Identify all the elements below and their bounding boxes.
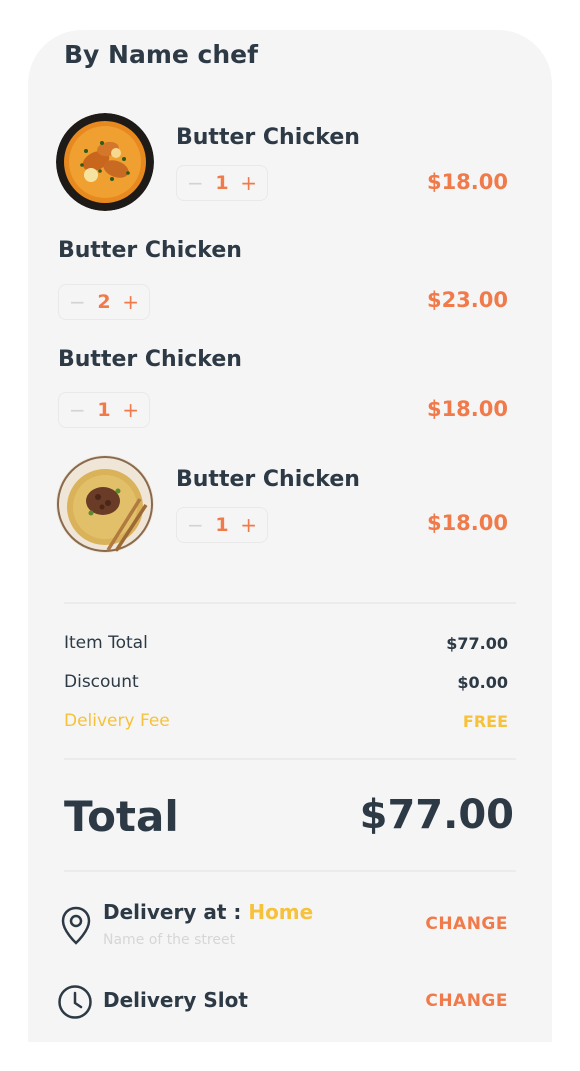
change-slot-button[interactable]: CHANGE xyxy=(425,991,508,1011)
cart-item-name: Butter Chicken xyxy=(58,347,242,372)
location-pin-icon xyxy=(60,906,92,950)
curry-dish-image xyxy=(56,113,154,211)
plus-button[interactable]: + xyxy=(122,400,139,420)
quantity-stepper[interactable]: − 2 + xyxy=(58,284,150,320)
quantity-value: 1 xyxy=(97,399,111,421)
cart-item-name: Butter Chicken xyxy=(58,238,242,263)
quantity-value: 2 xyxy=(97,291,111,313)
cart-item-name: Butter Chicken xyxy=(176,125,360,150)
divider xyxy=(64,602,516,604)
minus-button[interactable]: − xyxy=(69,400,86,420)
item-total-value: $77.00 xyxy=(446,634,508,653)
delivery-address-value: Home xyxy=(248,900,314,924)
divider xyxy=(64,870,516,872)
delivery-at-label: Delivery at : xyxy=(103,900,249,924)
delivery-address-title: Delivery at : Home xyxy=(103,900,313,924)
change-address-button[interactable]: CHANGE xyxy=(425,914,508,934)
quantity-value: 1 xyxy=(215,172,229,194)
street-name: Name of the street xyxy=(103,932,236,948)
item-price: $18.00 xyxy=(426,170,508,194)
total-value: $77.00 xyxy=(359,792,514,838)
minus-button[interactable]: − xyxy=(187,515,204,535)
quantity-stepper[interactable]: − 1 + xyxy=(176,507,268,543)
plus-button[interactable]: + xyxy=(122,292,139,312)
item-price: $18.00 xyxy=(426,397,508,421)
item-price: $18.00 xyxy=(426,511,508,535)
noodle-dish-image xyxy=(56,455,154,553)
delivery-fee-label: Delivery Fee xyxy=(64,711,170,731)
quantity-value: 1 xyxy=(215,514,229,536)
clock-icon xyxy=(57,984,93,1024)
plus-button[interactable]: + xyxy=(240,173,257,193)
cart-card: By Name chef Butter Chicken − 1 + $18.00… xyxy=(28,30,552,1042)
delivery-slot-title: Delivery Slot xyxy=(103,988,248,1012)
divider xyxy=(64,758,516,760)
delivery-fee-value: FREE xyxy=(462,712,508,731)
cart-item-name: Butter Chicken xyxy=(176,467,360,492)
minus-button[interactable]: − xyxy=(187,173,204,193)
plus-button[interactable]: + xyxy=(240,515,257,535)
quantity-stepper[interactable]: − 1 + xyxy=(176,165,268,201)
restaurant-title: By Name chef xyxy=(64,40,259,69)
quantity-stepper[interactable]: − 1 + xyxy=(58,392,150,428)
minus-button[interactable]: − xyxy=(69,292,86,312)
discount-label: Discount xyxy=(64,672,139,692)
total-label: Total xyxy=(64,792,179,841)
item-total-label: Item Total xyxy=(64,633,148,653)
item-price: $23.00 xyxy=(426,288,508,312)
discount-value: $0.00 xyxy=(457,673,508,692)
